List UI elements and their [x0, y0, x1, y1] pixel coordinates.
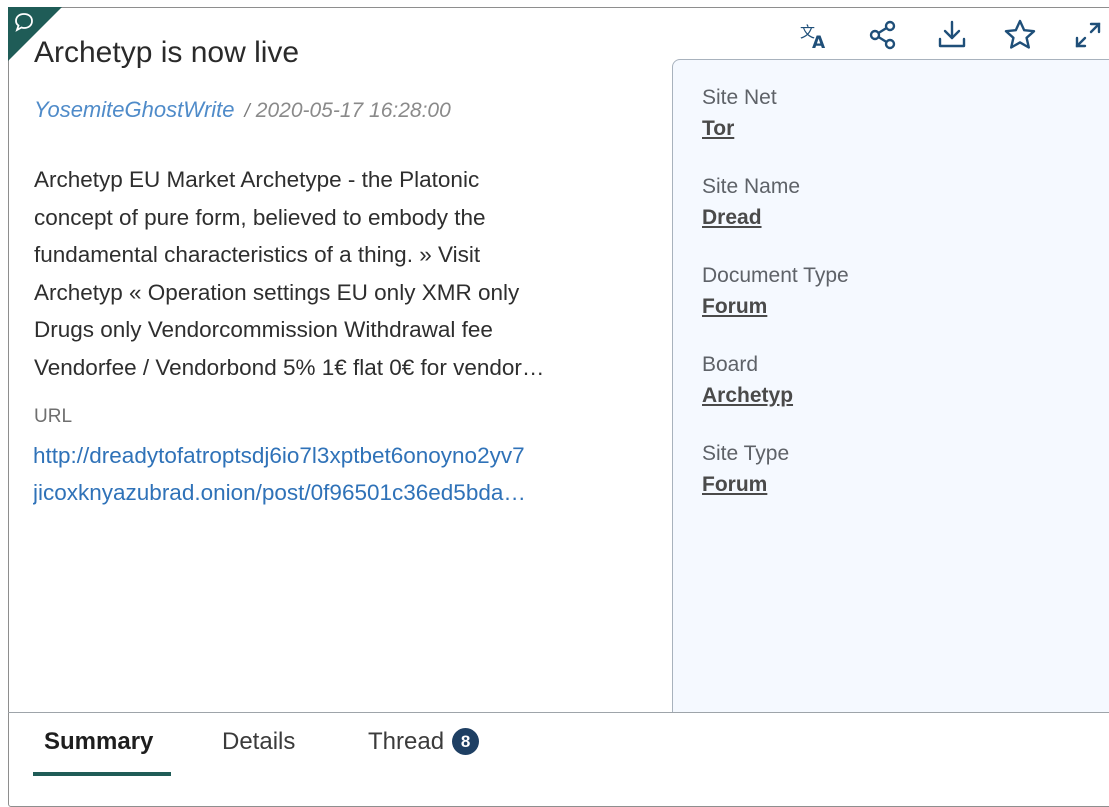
url-line[interactable]: jicoxknyazubrad.onion/post/0f96501c36ed5… — [33, 474, 653, 511]
field-value-link[interactable]: Archetyp — [702, 384, 793, 408]
field-value-link[interactable]: Tor — [702, 117, 777, 141]
svg-text:A: A — [812, 33, 826, 52]
url-line[interactable]: http://dreadytofatroptsdj6io7l3xptbet6on… — [33, 437, 653, 474]
expand-icon[interactable] — [1071, 18, 1105, 52]
tabs-divider — [8, 712, 1109, 713]
field-label: Board — [702, 353, 759, 376]
field-label: Document Type — [702, 264, 849, 287]
post-date: 2020-05-17 16:28:00 — [255, 99, 451, 122]
field-value-link[interactable]: Forum — [702, 295, 849, 319]
tab-thread-label: Thread — [368, 728, 445, 755]
field-label: Site Net — [702, 86, 777, 109]
field-label: Site Type — [702, 442, 790, 465]
post-meta: YosemiteGhostWrite /2020-05-17 16:28:00 — [34, 97, 451, 123]
field-label: Site Name — [702, 175, 801, 198]
body-line: concept of pure form, believed to embody… — [34, 204, 486, 230]
body-line: Archetyp EU Market Archetype - the Plato… — [34, 167, 480, 192]
body-line: Archetyp « Operation settings EU only XM… — [34, 279, 520, 305]
post-title: Archetyp is now live — [34, 36, 300, 69]
field-site-type: Site Type Forum — [702, 442, 789, 497]
tab-details[interactable]: Details — [222, 728, 295, 756]
field-document-type: Document Type Forum — [702, 264, 849, 319]
share-icon[interactable] — [866, 18, 900, 52]
post-body: Archetyp EU Market Archetype - the Plato… — [34, 161, 662, 386]
body-line: fundamental characteristics of a thing. … — [34, 242, 481, 267]
chat-bubble-icon — [15, 13, 33, 32]
author-link[interactable]: YosemiteGhostWrite — [34, 97, 235, 122]
post-url-link[interactable]: http://dreadytofatroptsdj6io7l3xptbet6on… — [33, 437, 653, 511]
field-value-link[interactable]: Dread — [702, 206, 800, 230]
body-line: Vendorfee / Vendorbond 5% 1€ flat 0€ for… — [34, 354, 545, 380]
download-icon[interactable] — [935, 18, 969, 52]
field-site-net: Site Net Tor — [702, 86, 777, 141]
tab-summary[interactable]: Summary — [44, 728, 153, 756]
translate-icon[interactable]: 文 A — [798, 18, 832, 53]
field-site-name: Site Name Dread — [702, 175, 800, 230]
url-label: URL — [34, 406, 73, 427]
star-icon[interactable] — [1003, 18, 1037, 52]
thread-count-badge: 8 — [452, 728, 480, 755]
meta-separator: / — [244, 101, 250, 122]
active-tab-indicator — [33, 772, 171, 776]
tab-thread[interactable]: Thread 8 — [368, 728, 480, 756]
body-line: Drugs only Vendorcommission Withdrawal f… — [34, 317, 493, 342]
field-board: Board Archetyp — [702, 353, 793, 408]
field-value-link[interactable]: Forum — [702, 473, 789, 497]
